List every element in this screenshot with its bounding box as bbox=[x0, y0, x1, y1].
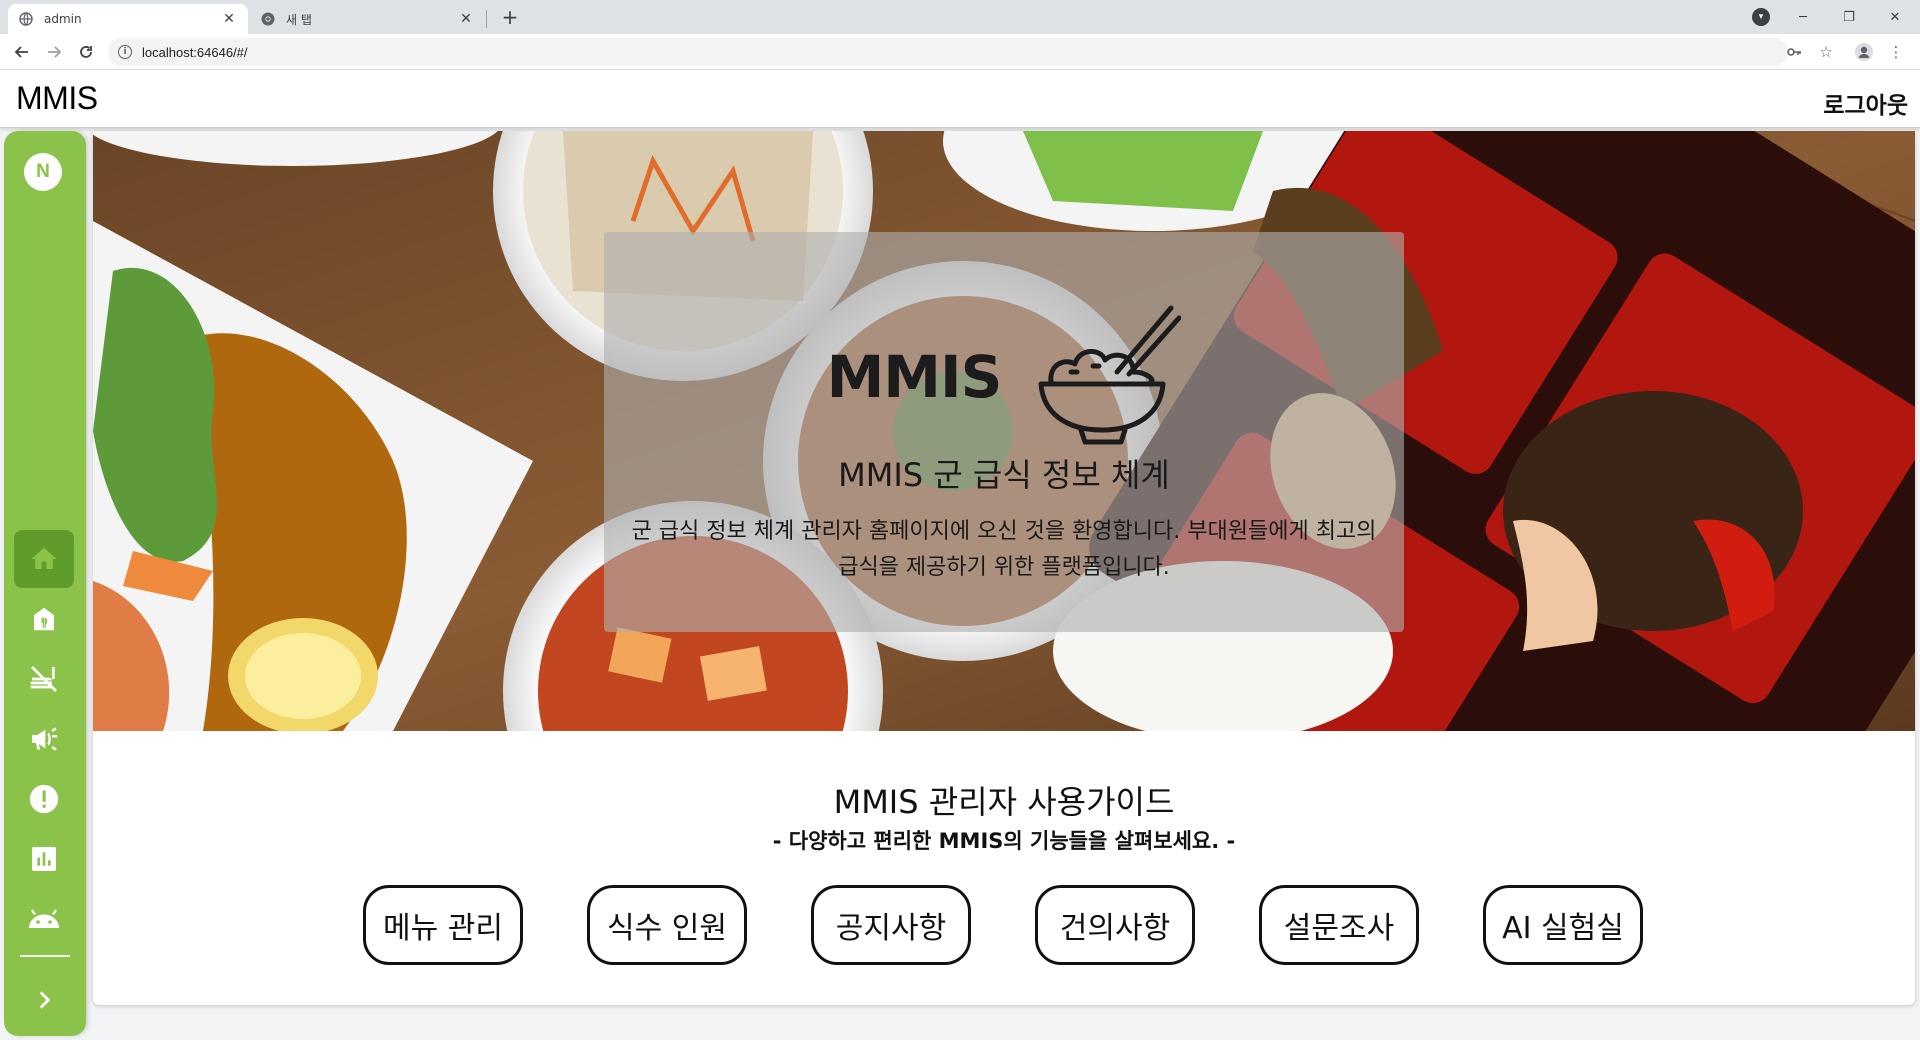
hero-heading: MMIS 군 급식 정보 체계 bbox=[838, 456, 1170, 494]
browser-tab-bar: admin ✕ 새 탭 ✕ + ▾ ─ ❐ ✕ bbox=[0, 0, 1920, 34]
sidebar-item-home[interactable] bbox=[14, 530, 74, 588]
close-window-button[interactable]: ✕ bbox=[1872, 0, 1918, 34]
sidebar-item-no-meals[interactable] bbox=[14, 650, 74, 708]
new-tab-button[interactable]: + bbox=[498, 5, 522, 29]
tab-divider bbox=[486, 10, 487, 28]
hero-brand-text: MMIS bbox=[826, 343, 1003, 411]
app-header: MMIS 로그아웃 bbox=[0, 70, 1920, 128]
restaurant-icon bbox=[34, 607, 54, 631]
home-icon bbox=[31, 547, 57, 569]
user-avatar[interactable]: N bbox=[24, 153, 62, 191]
forward-button[interactable] bbox=[42, 40, 66, 64]
address-bar[interactable]: i localhost:64646/#/ bbox=[108, 38, 1788, 66]
no-meals-icon bbox=[30, 666, 57, 692]
sidebar-item-restaurant[interactable] bbox=[14, 590, 74, 648]
back-button[interactable] bbox=[10, 40, 34, 64]
main-content: MMIS MMIS 군 급식 정보 체계 군 급식 정보 체계 관리자 홈페이지… bbox=[93, 131, 1915, 1005]
tab-new-tab[interactable]: 새 탭 ✕ bbox=[250, 4, 485, 34]
chrome-icon bbox=[260, 11, 276, 27]
arrow-left-icon bbox=[14, 46, 28, 58]
reload-button[interactable] bbox=[74, 40, 98, 64]
kebab-menu-icon[interactable]: ⋮ bbox=[1884, 40, 1908, 64]
alert-icon bbox=[29, 784, 59, 814]
tab-close-icon[interactable]: ✕ bbox=[457, 11, 475, 27]
tab-title: admin bbox=[44, 12, 82, 26]
chevron-right-icon bbox=[39, 991, 51, 1009]
minimize-button[interactable]: ─ bbox=[1780, 0, 1826, 34]
url-text: localhost:64646/#/ bbox=[142, 44, 248, 60]
tab-close-icon[interactable]: ✕ bbox=[220, 11, 238, 27]
bookmark-star-icon[interactable]: ☆ bbox=[1814, 40, 1838, 64]
guide-button-survey[interactable]: 설문조사 bbox=[1259, 885, 1419, 965]
sidebar-item-suggestions[interactable] bbox=[14, 770, 74, 828]
sidebar-item-announcement[interactable] bbox=[14, 710, 74, 768]
guide-subtitle: - 다양하고 편리한 MMIS의 기능들을 살펴보세요. - bbox=[772, 829, 1236, 853]
sidebar: N bbox=[4, 131, 86, 1036]
bar-chart-icon bbox=[32, 847, 56, 871]
reload-icon bbox=[80, 46, 92, 58]
hero-brand: MMIS bbox=[604, 302, 1404, 452]
sidebar-expand-button[interactable] bbox=[14, 971, 74, 1029]
key-icon[interactable] bbox=[1782, 40, 1806, 64]
app-title[interactable]: MMIS bbox=[16, 80, 98, 117]
globe-icon bbox=[18, 11, 34, 27]
sidebar-item-statistics[interactable] bbox=[14, 830, 74, 888]
tab-admin[interactable]: admin ✕ bbox=[8, 4, 248, 34]
hero-banner: MMIS MMIS 군 급식 정보 체계 군 급식 정보 체계 관리자 홈페이지… bbox=[93, 131, 1915, 731]
profile-avatar-icon[interactable] bbox=[1852, 40, 1876, 64]
hero-info-panel: MMIS MMIS 군 급식 정보 체계 군 급식 정보 체계 관리자 홈페이지… bbox=[604, 232, 1404, 632]
browser-toolbar: i localhost:64646/#/ ☆ ⋮ bbox=[0, 34, 1920, 70]
guide-button-suggestions[interactable]: 건의사항 bbox=[1035, 885, 1195, 965]
arrow-right-icon bbox=[48, 46, 62, 58]
guide-button-ai-lab[interactable]: AI 실험실 bbox=[1483, 885, 1643, 965]
tab-title: 새 탭 bbox=[286, 12, 312, 27]
guide-title: MMIS 관리자 사용가이드 bbox=[833, 783, 1175, 821]
tab-search-icon[interactable]: ▾ bbox=[1752, 8, 1770, 26]
logout-button[interactable]: 로그아웃 bbox=[1823, 86, 1908, 120]
guide-button-headcount[interactable]: 식수 인원 bbox=[587, 885, 747, 965]
android-icon bbox=[29, 909, 59, 928]
guide-button-notice[interactable]: 공지사항 bbox=[811, 885, 971, 965]
megaphone-icon bbox=[32, 727, 58, 751]
info-icon[interactable]: i bbox=[118, 45, 132, 59]
rice-bowl-icon bbox=[1038, 305, 1182, 445]
sidebar-item-ai-lab[interactable] bbox=[14, 890, 74, 948]
hero-description: 군 급식 정보 체계 관리자 홈페이지에 오신 것을 환영합니다. 부대원들에게… bbox=[631, 519, 1377, 580]
sidebar-divider bbox=[20, 955, 70, 957]
restore-button[interactable]: ❐ bbox=[1826, 0, 1872, 34]
guide-button-menu[interactable]: 메뉴 관리 bbox=[363, 885, 523, 965]
